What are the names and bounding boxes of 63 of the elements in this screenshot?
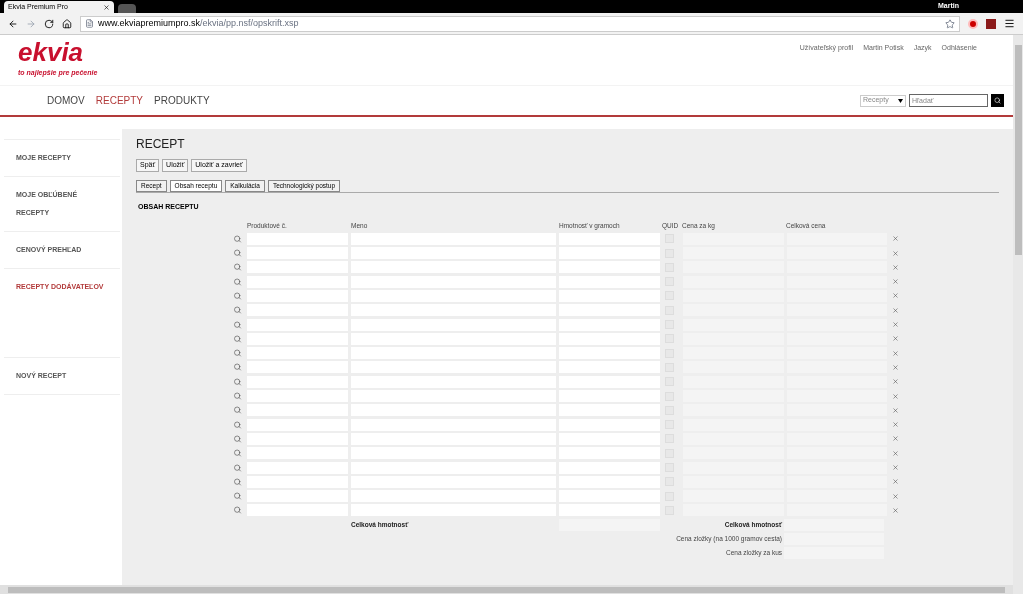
remove-icon[interactable]	[892, 321, 899, 329]
remove-icon[interactable]	[892, 235, 899, 243]
search-icon[interactable]	[233, 492, 242, 501]
home-icon[interactable]	[62, 18, 72, 29]
search-icon[interactable]	[233, 320, 242, 329]
search-icon[interactable]	[233, 277, 242, 286]
remove-icon[interactable]	[892, 478, 899, 486]
remove-icon[interactable]	[892, 392, 899, 400]
remove-icon[interactable]	[892, 406, 899, 414]
remove-icon[interactable]	[892, 263, 899, 271]
search-icon[interactable]	[233, 463, 242, 472]
star-icon[interactable]	[945, 18, 955, 29]
search-icon[interactable]	[233, 292, 242, 300]
search-icon[interactable]	[233, 434, 242, 443]
forward-icon[interactable]	[26, 18, 36, 29]
page-title: RECEPT	[136, 136, 186, 153]
nav-item[interactable]: PRODUKTY	[154, 93, 210, 108]
search-icon[interactable]	[233, 234, 242, 243]
menu-icon[interactable]	[1004, 18, 1015, 29]
search-icon[interactable]	[233, 249, 242, 258]
page-icon	[85, 19, 94, 28]
search-icon[interactable]	[233, 420, 242, 429]
address-bar[interactable]: www.ekviapremiumpro.sk/ekvia/pp.nsf/opskrift.xsp	[80, 15, 960, 32]
logo[interactable]: ekvia	[18, 39, 98, 65]
search-icon[interactable]	[233, 349, 242, 358]
remove-icon[interactable]	[892, 449, 899, 457]
remove-icon[interactable]	[892, 378, 899, 386]
remove-icon[interactable]	[892, 492, 899, 500]
remove-icon[interactable]	[892, 349, 899, 357]
nav-item[interactable]: DOMOV	[47, 93, 85, 108]
search-icon[interactable]	[233, 392, 242, 401]
remove-icon[interactable]	[892, 464, 899, 472]
url-text: www.ekviapremiumpro.sk/ekvia/pp.nsf/opskrift.xsp	[98, 16, 300, 30]
reload-icon[interactable]	[44, 18, 54, 29]
search-icon[interactable]	[233, 477, 242, 486]
search-icon[interactable]	[233, 377, 242, 386]
remove-icon[interactable]	[892, 278, 899, 286]
remove-icon[interactable]	[892, 249, 899, 257]
back-icon[interactable]	[8, 18, 18, 29]
new-tab-button[interactable]	[118, 4, 136, 13]
horizontal-scrollbar[interactable]	[0, 585, 1013, 594]
search-icon[interactable]	[233, 449, 242, 458]
remove-icon[interactable]	[892, 506, 899, 514]
remove-icon[interactable]	[892, 363, 899, 371]
remove-icon[interactable]	[892, 292, 899, 300]
extension-icon[interactable]	[986, 18, 996, 29]
search-button[interactable]	[991, 94, 1004, 107]
search-icon[interactable]	[233, 406, 242, 415]
extension-icon[interactable]	[968, 18, 978, 29]
remove-icon[interactable]	[892, 435, 899, 443]
search-icon[interactable]	[233, 334, 242, 343]
remove-icon[interactable]	[892, 421, 899, 429]
search-icon[interactable]	[233, 306, 242, 315]
remove-icon[interactable]	[892, 306, 899, 314]
close-icon[interactable]	[103, 3, 110, 11]
nav-item[interactable]: RECEPTY	[95, 93, 143, 108]
search-icon[interactable]	[233, 263, 242, 272]
caret-icon	[898, 98, 903, 103]
vertical-scrollbar[interactable]	[1013, 35, 1023, 594]
search-icon[interactable]	[233, 506, 242, 515]
search-icon	[994, 97, 1001, 104]
search-icon[interactable]	[233, 363, 242, 372]
remove-icon[interactable]	[892, 335, 899, 343]
